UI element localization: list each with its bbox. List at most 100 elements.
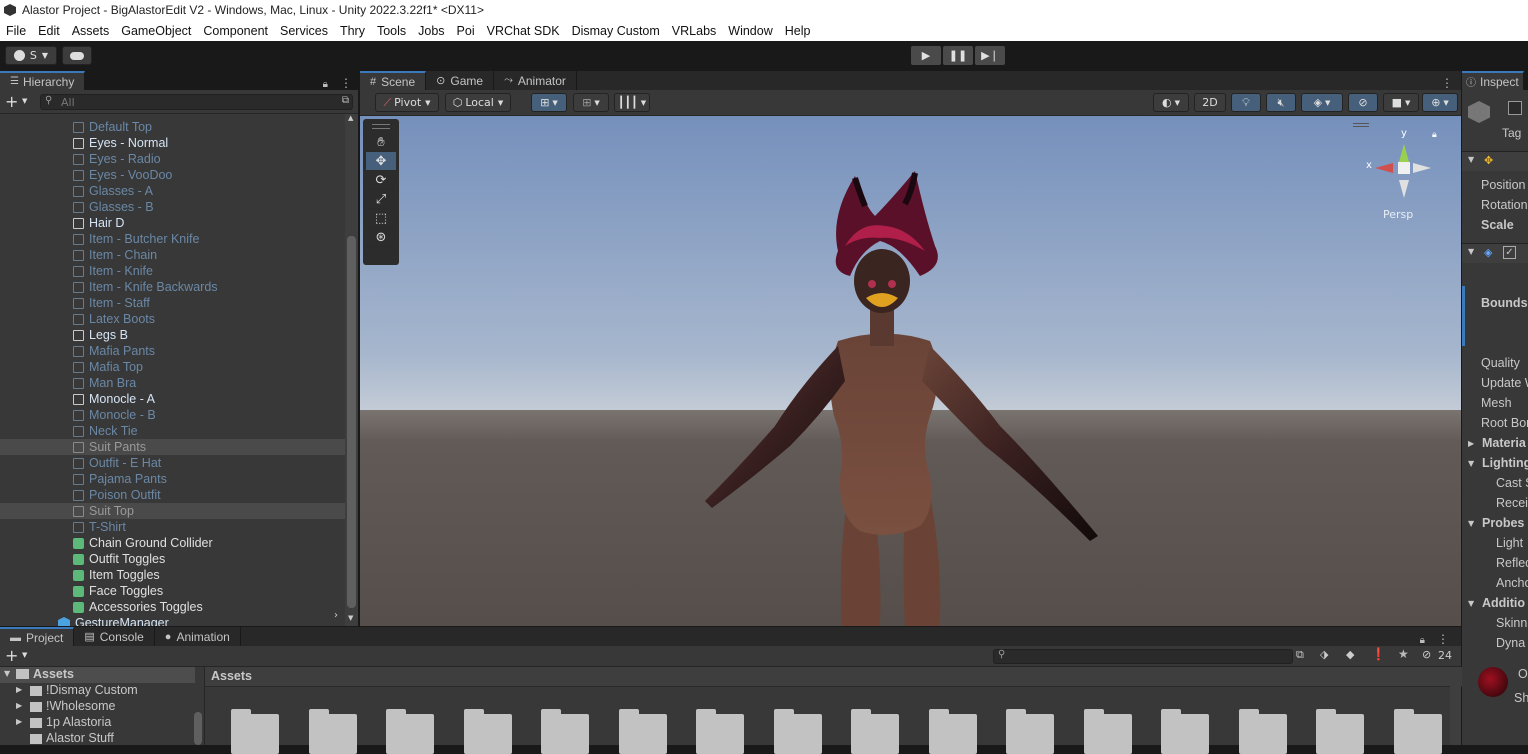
hierarchy-item[interactable]: Latex Boots [0,311,345,327]
lock-icon[interactable]: 🔒︎ [1420,635,1425,646]
menu-vrlabs[interactable]: VRLabs [666,24,722,38]
hierarchy-item[interactable]: Chain Ground Collider [0,535,345,551]
more-options-icon[interactable]: ⋮ [1437,632,1449,646]
asset-folder[interactable] [696,709,744,754]
menu-services[interactable]: Services [274,24,334,38]
tree-item[interactable]: ▶ !Dismay Custom [0,683,195,699]
camera-dropdown[interactable]: ■ ▼ [1383,93,1419,112]
menu-tools[interactable]: Tools [371,24,412,38]
menu-poi[interactable]: Poi [451,24,481,38]
account-button[interactable]: S ▼ [5,46,57,65]
visibility-toggle[interactable]: ⊘ [1348,93,1378,112]
palette-grip[interactable] [372,124,390,129]
tab-game[interactable]: ⊙ Game [426,71,495,90]
transform-tool-button[interactable]: ⊛ [366,228,396,247]
rect-tool-button[interactable]: ⬚ [366,209,396,228]
gizmo-lock-icon[interactable]: 🔒︎ [1432,130,1437,140]
hidden-packages-icon[interactable]: ⊘ [1422,648,1431,661]
menu-dismay-custom[interactable]: Dismay Custom [566,24,666,38]
tree-root-row[interactable]: ▼ Assets [0,667,195,683]
hierarchy-item[interactable]: Glasses - B [0,199,345,215]
hierarchy-scrollbar[interactable]: ▲ ▼ [345,114,358,626]
menu-thry[interactable]: Thry [334,24,371,38]
hierarchy-item[interactable]: Monocle - B [0,407,345,423]
persp-label[interactable]: Persp [1383,208,1413,221]
menu-help[interactable]: Help [779,24,817,38]
hierarchy-item[interactable]: Item - Chain [0,247,345,263]
asset-folder[interactable] [773,709,822,754]
expand-icon[interactable]: ▼ [1468,519,1474,528]
hierarchy-item[interactable]: Item - Knife [0,263,345,279]
tab-console[interactable]: ▤ Console [74,627,155,646]
hierarchy-item[interactable]: Item - Knife Backwards [0,279,345,295]
search-filter-icon[interactable]: ⧉ [342,95,349,106]
scene-viewport[interactable]: ✋︎ ✥ ⟳ ⤢ ⬚ ⊛ y x Persp 🔒︎ [360,116,1461,626]
lock-icon[interactable]: 🔒︎ [323,79,328,90]
step-button[interactable]: ▶❘ [975,46,1005,65]
menu-assets[interactable]: Assets [66,24,116,38]
menu-jobs[interactable]: Jobs [412,24,450,38]
pause-button[interactable]: ❚❚ [943,46,973,65]
asset-folder[interactable] [928,709,977,754]
search-by-type-icon[interactable]: ⧉ [1296,648,1304,662]
hand-tool-button[interactable]: ✋︎ [366,133,396,152]
hierarchy-item[interactable]: Item - Butcher Knife [0,231,345,247]
gizmos-dropdown[interactable]: ⊕ ▼ [1422,93,1458,112]
hierarchy-search-input[interactable]: ⚲ All ⧉ [40,94,353,110]
asset-folder[interactable] [463,709,512,754]
cloud-button[interactable] [62,46,92,65]
hierarchy-item[interactable]: Eyes - Radio [0,151,345,167]
hierarchy-item[interactable]: Mafia Top [0,359,345,375]
move-tool-button[interactable]: ✥ [366,152,396,171]
tab-animator[interactable]: ⤳ Animator [494,71,577,90]
gizmo-grip[interactable] [1353,123,1369,127]
play-button[interactable]: ▶ [911,46,941,65]
hierarchy-item[interactable]: Monocle - A [0,391,345,407]
snap-increment-button[interactable]: ⊞ ▼ [573,93,609,112]
hierarchy-item[interactable]: Accessories Toggles [0,599,345,615]
ruler-button[interactable]: ┃┃┃ ▼ [614,93,650,112]
hierarchy-item[interactable]: Eyes - Normal [0,135,345,151]
asset-folder[interactable] [1238,709,1287,754]
asset-folder[interactable] [308,709,357,754]
filter-type-icon[interactable]: ⬗ [1320,648,1328,661]
hierarchy-item[interactable]: Outfit Toggles [0,551,345,567]
breadcrumb-assets[interactable]: Assets [211,669,252,683]
hierarchy-item[interactable]: Hair D [0,215,345,231]
tab-project[interactable]: ▬ Project [0,627,75,646]
expand-right-icon[interactable]: ▶ [1468,439,1474,448]
expand-icon[interactable]: ▼ [1468,459,1474,468]
asset-folder[interactable] [231,709,279,754]
local-dropdown[interactable]: ⬡ Local ▼ [445,93,511,112]
menu-vrchat-sdk[interactable]: VRChat SDK [481,24,566,38]
hierarchy-scroll-thumb[interactable] [347,236,356,608]
menu-window[interactable]: Window [722,24,778,38]
orientation-gizmo[interactable]: y x Persp [1363,128,1443,228]
grid-snap-button[interactable]: ⊞ ▼ [531,93,567,112]
hierarchy-item[interactable]: Item Toggles [0,567,345,583]
hierarchy-item[interactable]: Face Toggles [0,583,345,599]
asset-folder[interactable] [386,709,434,754]
asset-folder[interactable] [1161,709,1209,754]
scale-tool-button[interactable]: ⤢ [366,190,396,209]
asset-folder[interactable] [618,709,667,754]
hierarchy-item[interactable]: Eyes - VooDoo [0,167,345,183]
hierarchy-item[interactable]: T-Shirt [0,519,345,535]
hierarchy-item[interactable]: GestureManager [0,615,345,626]
scroll-right-icon[interactable]: › [334,610,338,621]
more-options-icon[interactable]: ⋮ [340,76,352,90]
mode-2d-button[interactable]: 2D [1194,93,1226,112]
hierarchy-item[interactable]: Outfit - E Hat [0,455,345,471]
material-preview[interactable] [1478,667,1508,697]
label-icon[interactable]: ◆ [1346,648,1354,661]
scroll-up-icon[interactable]: ▲ [348,114,353,122]
asset-folder[interactable] [1393,709,1442,754]
hierarchy-item[interactable]: Legs B [0,327,345,343]
tree-scroll-thumb[interactable] [194,712,202,745]
chevron-down-icon[interactable]: ▼ [22,651,27,659]
asset-folder[interactable] [851,709,899,754]
expand-icon[interactable]: ▼ [1468,599,1474,608]
hierarchy-item[interactable]: Glasses - A [0,183,345,199]
add-icon[interactable]: + [5,646,18,665]
lighting-toggle[interactable]: 💡︎ [1231,93,1261,112]
